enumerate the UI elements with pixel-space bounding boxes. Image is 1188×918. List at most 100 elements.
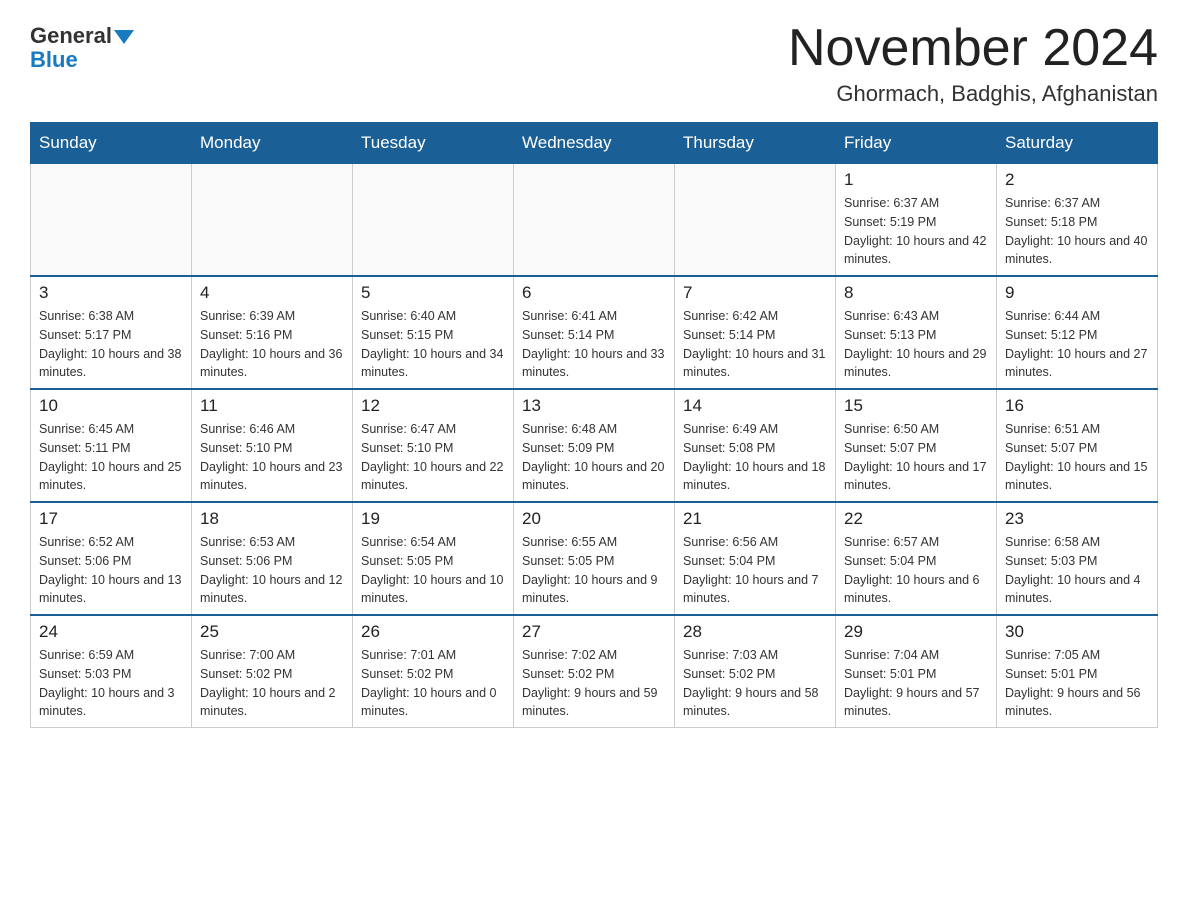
day-info: Sunrise: 6:44 AMSunset: 5:12 PMDaylight:… — [1005, 307, 1149, 382]
day-info: Sunrise: 7:01 AMSunset: 5:02 PMDaylight:… — [361, 646, 505, 721]
day-info: Sunrise: 6:54 AMSunset: 5:05 PMDaylight:… — [361, 533, 505, 608]
main-title: November 2024 — [788, 20, 1158, 77]
calendar-cell: 11Sunrise: 6:46 AMSunset: 5:10 PMDayligh… — [192, 389, 353, 502]
calendar-cell: 17Sunrise: 6:52 AMSunset: 5:06 PMDayligh… — [31, 502, 192, 615]
day-number: 5 — [361, 283, 505, 303]
calendar-cell: 3 Sunrise: 6:38 AMSunset: 5:17 PMDaylight… — [31, 276, 192, 389]
logo-part2: Blue — [30, 49, 78, 71]
day-number: 11 — [200, 396, 344, 416]
subtitle: Ghormach, Badghis, Afghanistan — [788, 81, 1158, 107]
day-info: Sunrise: 6:59 AMSunset: 5:03 PMDaylight:… — [39, 646, 183, 721]
calendar-cell — [353, 164, 514, 277]
day-number: 22 — [844, 509, 988, 529]
calendar-cell: 5 Sunrise: 6:40 AMSunset: 5:15 PMDaylight… — [353, 276, 514, 389]
day-info: Sunrise: 6:58 AMSunset: 5:03 PMDaylight:… — [1005, 533, 1149, 608]
day-info: Sunrise: 6:51 AMSunset: 5:07 PMDaylight:… — [1005, 420, 1149, 495]
day-info: Sunrise: 7:03 AMSunset: 5:02 PMDaylight:… — [683, 646, 827, 721]
calendar-cell: 25Sunrise: 7:00 AMSunset: 5:02 PMDayligh… — [192, 615, 353, 728]
day-number: 17 — [39, 509, 183, 529]
day-number: 4 — [200, 283, 344, 303]
day-number: 18 — [200, 509, 344, 529]
logo: General Blue — [30, 20, 134, 71]
calendar-cell — [675, 164, 836, 277]
calendar-cell: 26 Sunrise: 7:01 AMSunset: 5:02 PMDayligh… — [353, 615, 514, 728]
calendar-cell: 1 Sunrise: 6:37 AMSunset: 5:19 PMDaylight… — [836, 164, 997, 277]
day-number: 20 — [522, 509, 666, 529]
calendar-cell — [192, 164, 353, 277]
calendar-cell: 14 Sunrise: 6:49 AMSunset: 5:08 PMDayligh… — [675, 389, 836, 502]
day-info: Sunrise: 6:49 AMSunset: 5:08 PMDaylight:… — [683, 420, 827, 495]
calendar-cell: 24 Sunrise: 6:59 AMSunset: 5:03 PMDayligh… — [31, 615, 192, 728]
calendar-cell: 18 Sunrise: 6:53 AMSunset: 5:06 PMDayligh… — [192, 502, 353, 615]
calendar-cell: 15Sunrise: 6:50 AMSunset: 5:07 PMDayligh… — [836, 389, 997, 502]
day-number: 24 — [39, 622, 183, 642]
day-info: Sunrise: 6:53 AMSunset: 5:06 PMDaylight:… — [200, 533, 344, 608]
calendar-cell: 7 Sunrise: 6:42 AMSunset: 5:14 PMDaylight… — [675, 276, 836, 389]
calendar-header-saturday: Saturday — [997, 123, 1158, 164]
day-number: 13 — [522, 396, 666, 416]
day-info: Sunrise: 6:37 AMSunset: 5:18 PMDaylight:… — [1005, 194, 1149, 269]
calendar-header-row: SundayMondayTuesdayWednesdayThursdayFrid… — [31, 123, 1158, 164]
calendar-cell: 19Sunrise: 6:54 AMSunset: 5:05 PMDayligh… — [353, 502, 514, 615]
day-number: 1 — [844, 170, 988, 190]
calendar-week-row: 3 Sunrise: 6:38 AMSunset: 5:17 PMDaylight… — [31, 276, 1158, 389]
calendar-cell: 22 Sunrise: 6:57 AMSunset: 5:04 PMDayligh… — [836, 502, 997, 615]
calendar-cell: 21Sunrise: 6:56 AMSunset: 5:04 PMDayligh… — [675, 502, 836, 615]
logo-part1: General — [30, 25, 134, 47]
calendar-cell: 9Sunrise: 6:44 AMSunset: 5:12 PMDaylight… — [997, 276, 1158, 389]
header: General Blue November 2024 Ghormach, Bad… — [30, 20, 1158, 107]
day-info: Sunrise: 6:45 AMSunset: 5:11 PMDaylight:… — [39, 420, 183, 495]
day-info: Sunrise: 7:00 AMSunset: 5:02 PMDaylight:… — [200, 646, 344, 721]
calendar-week-row: 10 Sunrise: 6:45 AMSunset: 5:11 PMDayligh… — [31, 389, 1158, 502]
calendar-cell: 23Sunrise: 6:58 AMSunset: 5:03 PMDayligh… — [997, 502, 1158, 615]
calendar-cell: 27 Sunrise: 7:02 AMSunset: 5:02 PMDayligh… — [514, 615, 675, 728]
day-info: Sunrise: 6:40 AMSunset: 5:15 PMDaylight:… — [361, 307, 505, 382]
calendar-header-sunday: Sunday — [31, 123, 192, 164]
calendar-week-row: 24 Sunrise: 6:59 AMSunset: 5:03 PMDayligh… — [31, 615, 1158, 728]
calendar-week-row: 17Sunrise: 6:52 AMSunset: 5:06 PMDayligh… — [31, 502, 1158, 615]
day-number: 8 — [844, 283, 988, 303]
calendar-cell: 2 Sunrise: 6:37 AMSunset: 5:18 PMDaylight… — [997, 164, 1158, 277]
day-info: Sunrise: 6:39 AMSunset: 5:16 PMDaylight:… — [200, 307, 344, 382]
day-number: 12 — [361, 396, 505, 416]
day-info: Sunrise: 6:50 AMSunset: 5:07 PMDaylight:… — [844, 420, 988, 495]
day-info: Sunrise: 7:02 AMSunset: 5:02 PMDaylight:… — [522, 646, 666, 721]
day-number: 6 — [522, 283, 666, 303]
calendar-header-friday: Friday — [836, 123, 997, 164]
calendar-cell: 30 Sunrise: 7:05 AMSunset: 5:01 PMDayligh… — [997, 615, 1158, 728]
calendar-cell: 16 Sunrise: 6:51 AMSunset: 5:07 PMDayligh… — [997, 389, 1158, 502]
calendar-cell: 28 Sunrise: 7:03 AMSunset: 5:02 PMDayligh… — [675, 615, 836, 728]
day-number: 14 — [683, 396, 827, 416]
title-area: November 2024 Ghormach, Badghis, Afghani… — [788, 20, 1158, 107]
calendar-cell: 20Sunrise: 6:55 AMSunset: 5:05 PMDayligh… — [514, 502, 675, 615]
calendar-cell: 8Sunrise: 6:43 AMSunset: 5:13 PMDaylight… — [836, 276, 997, 389]
day-number: 3 — [39, 283, 183, 303]
day-info: Sunrise: 6:38 AMSunset: 5:17 PMDaylight:… — [39, 307, 183, 382]
day-info: Sunrise: 6:41 AMSunset: 5:14 PMDaylight:… — [522, 307, 666, 382]
day-number: 10 — [39, 396, 183, 416]
day-info: Sunrise: 7:05 AMSunset: 5:01 PMDaylight:… — [1005, 646, 1149, 721]
calendar-week-row: 1 Sunrise: 6:37 AMSunset: 5:19 PMDaylight… — [31, 164, 1158, 277]
day-number: 30 — [1005, 622, 1149, 642]
day-number: 2 — [1005, 170, 1149, 190]
logo-triangle-icon — [114, 30, 134, 44]
day-info: Sunrise: 6:37 AMSunset: 5:19 PMDaylight:… — [844, 194, 988, 269]
calendar-cell — [514, 164, 675, 277]
calendar-cell — [31, 164, 192, 277]
day-number: 7 — [683, 283, 827, 303]
day-number: 26 — [361, 622, 505, 642]
calendar-cell: 4 Sunrise: 6:39 AMSunset: 5:16 PMDaylight… — [192, 276, 353, 389]
calendar-header-wednesday: Wednesday — [514, 123, 675, 164]
day-number: 29 — [844, 622, 988, 642]
day-info: Sunrise: 6:48 AMSunset: 5:09 PMDaylight:… — [522, 420, 666, 495]
calendar-cell: 12Sunrise: 6:47 AMSunset: 5:10 PMDayligh… — [353, 389, 514, 502]
day-number: 27 — [522, 622, 666, 642]
calendar-header-monday: Monday — [192, 123, 353, 164]
day-info: Sunrise: 7:04 AMSunset: 5:01 PMDaylight:… — [844, 646, 988, 721]
calendar-cell: 10 Sunrise: 6:45 AMSunset: 5:11 PMDayligh… — [31, 389, 192, 502]
day-info: Sunrise: 6:57 AMSunset: 5:04 PMDaylight:… — [844, 533, 988, 608]
calendar-cell: 13 Sunrise: 6:48 AMSunset: 5:09 PMDayligh… — [514, 389, 675, 502]
day-number: 16 — [1005, 396, 1149, 416]
day-number: 28 — [683, 622, 827, 642]
day-info: Sunrise: 6:42 AMSunset: 5:14 PMDaylight:… — [683, 307, 827, 382]
